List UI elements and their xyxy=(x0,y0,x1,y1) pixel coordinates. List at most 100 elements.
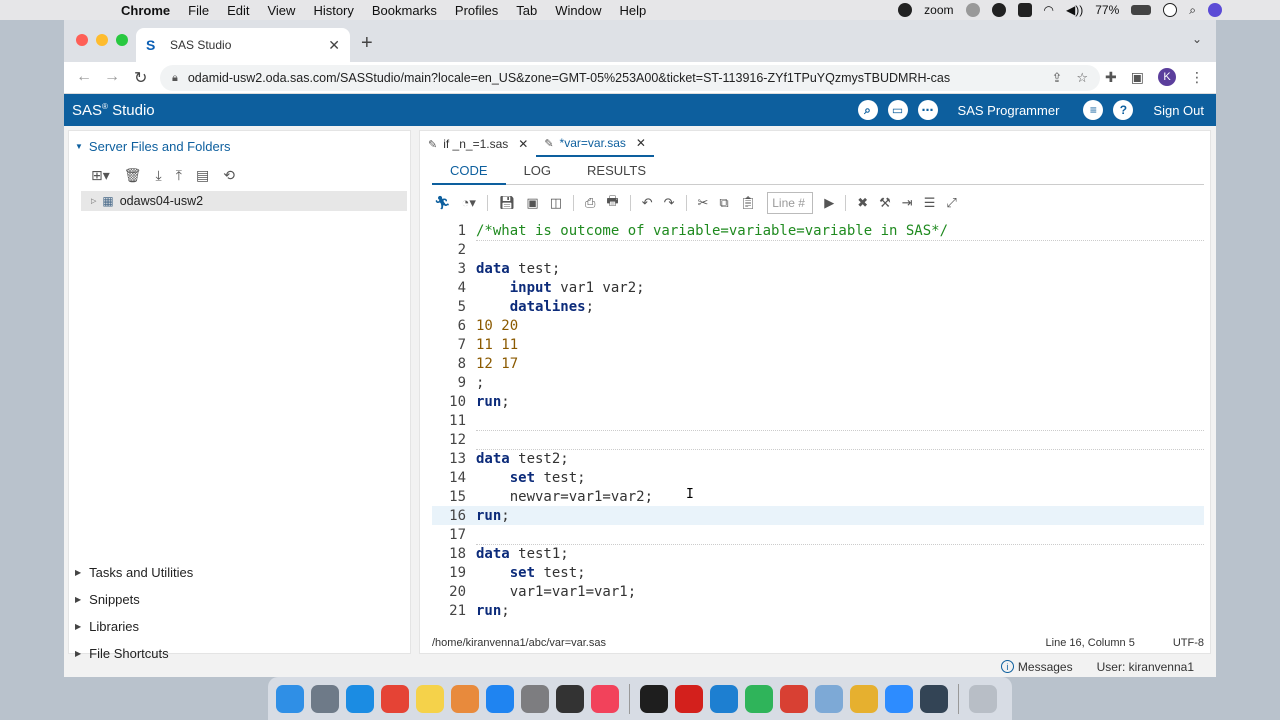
export-icon[interactable]: ⎙ xyxy=(585,195,595,211)
save-icon[interactable]: 💾︎ xyxy=(499,195,516,211)
browser-tab-sas-studio[interactable]: S SAS Studio ✕ xyxy=(136,28,350,62)
code-line[interactable]: 8 12 17 xyxy=(432,354,1204,373)
clear-icon[interactable]: ✖ xyxy=(857,195,868,211)
menu-file[interactable]: File xyxy=(179,3,218,18)
forward-arrow-icon[interactable]: → xyxy=(104,68,120,86)
app-store-icon[interactable] xyxy=(486,684,514,713)
profile-avatar[interactable]: K xyxy=(1158,68,1176,86)
zoom-icon[interactable] xyxy=(885,684,913,713)
code-line[interactable]: 2 xyxy=(432,240,1204,259)
minimize-window-icon[interactable] xyxy=(96,34,108,46)
program-tab-if-n-1[interactable]: ✎ if _n_=1.sas ✕ xyxy=(420,131,536,157)
clock-icon[interactable] xyxy=(1163,3,1178,17)
extensions-puzzle-icon[interactable]: ✚ xyxy=(1105,69,1117,86)
code-line[interactable]: 17 xyxy=(432,525,1204,544)
chrome-menu-icon[interactable]: ⋮ xyxy=(1190,69,1204,86)
volume-icon[interactable]: ◀)) xyxy=(1066,3,1083,17)
new-file-icon[interactable]: ⊞▾ xyxy=(91,167,110,184)
open-folder-icon[interactable]: ▭ xyxy=(887,100,908,120)
code-line[interactable]: 14 set test; xyxy=(432,468,1204,487)
close-tab-icon[interactable]: ✕ xyxy=(328,37,340,54)
tab-log[interactable]: LOG xyxy=(506,163,569,185)
refresh-icon[interactable]: ⟲ xyxy=(223,167,235,184)
tree-node-server[interactable]: ▷ ▦ odaws04-usw2 xyxy=(81,191,407,211)
program-tab-var-var[interactable]: ✎ *var=var.sas ✕ xyxy=(536,131,654,157)
history-icon[interactable]: ◔▾ xyxy=(462,195,476,211)
reload-icon[interactable]: ↻ xyxy=(134,68,147,88)
code-line[interactable]: 6 10 20 xyxy=(432,316,1204,335)
perspective-dropdown[interactable]: SAS Programmer xyxy=(958,103,1060,118)
launchpad-icon[interactable] xyxy=(311,684,339,713)
code-line[interactable]: 1 /*what is outcome of variable=variable=… xyxy=(432,221,1204,240)
messages-link[interactable]: i Messages xyxy=(1000,660,1073,674)
code-line[interactable]: 11 xyxy=(432,411,1204,430)
print-icon[interactable]: 🖶︎ xyxy=(606,192,618,214)
code-line[interactable]: 10 run; xyxy=(432,392,1204,411)
code-line[interactable]: 15 newvar=var1=var2; xyxy=(432,487,1204,506)
code-line[interactable]: 20 var1=var1=var1; xyxy=(432,582,1204,601)
format-code-icon[interactable]: ⚒ xyxy=(879,195,891,211)
piano-icon[interactable] xyxy=(556,684,584,713)
moon-icon[interactable] xyxy=(965,3,980,17)
paste-icon[interactable]: 📋︎ xyxy=(740,195,757,211)
safari-icon[interactable] xyxy=(346,684,374,713)
go-to-line-icon[interactable]: ▶ xyxy=(824,195,834,211)
siri-icon[interactable] xyxy=(1208,3,1222,17)
notes-icon[interactable] xyxy=(416,684,444,713)
code-line[interactable]: 7 11 11 xyxy=(432,335,1204,354)
finder-icon[interactable] xyxy=(276,684,304,713)
section-tasks-and-utilities[interactable]: ▶ Tasks and Utilities xyxy=(75,559,193,586)
insert-code-icon[interactable]: ⇥ xyxy=(902,195,913,211)
menu-profiles[interactable]: Profiles xyxy=(446,3,507,18)
code-line[interactable]: 5 datalines; xyxy=(432,297,1204,316)
more-menu-icon[interactable]: ≡ xyxy=(1083,100,1104,120)
properties-icon[interactable]: ▤ xyxy=(196,167,209,184)
download-file-icon[interactable]: ◫ xyxy=(550,195,562,211)
download-icon[interactable]: ⤓ xyxy=(156,167,162,184)
creative-cloud-icon[interactable] xyxy=(991,3,1006,17)
close-tab-icon[interactable]: ✕ xyxy=(518,137,528,151)
menu-help[interactable]: Help xyxy=(611,3,656,18)
options-icon[interactable]: ☰ xyxy=(924,195,936,211)
system-preferences-icon[interactable] xyxy=(521,684,549,713)
quicktime-icon[interactable] xyxy=(920,684,948,713)
code-line[interactable]: 21 run; xyxy=(432,601,1204,620)
code-line[interactable]: 13 data test2; xyxy=(432,449,1204,468)
slack-icon[interactable] xyxy=(850,684,878,713)
search-icon[interactable]: ⌕ xyxy=(857,100,878,120)
record-icon[interactable] xyxy=(898,3,913,17)
vscode-icon[interactable] xyxy=(710,684,738,713)
close-window-icon[interactable] xyxy=(76,34,88,46)
battery-label[interactable]: 77% xyxy=(1095,3,1119,17)
url-text[interactable]: odamid-usw2.oda.sas.com/SASStudio/main?l… xyxy=(188,71,950,85)
section-snippets[interactable]: ▶ Snippets xyxy=(75,586,193,613)
code-line[interactable]: 16 run; xyxy=(432,506,1204,525)
sign-out-link[interactable]: Sign Out xyxy=(1153,103,1204,118)
lock-icon[interactable]: 🔒︎ xyxy=(172,72,178,85)
help-icon[interactable]: ? xyxy=(1113,100,1134,120)
zoom-status-label[interactable]: zoom xyxy=(924,3,953,17)
section-libraries[interactable]: ▶ Libraries xyxy=(75,613,193,640)
code-line[interactable]: 4 input var1 var2; xyxy=(432,278,1204,297)
menu-tab[interactable]: Tab xyxy=(507,3,546,18)
undo-icon[interactable]: ↶ xyxy=(642,195,653,211)
new-tab-icon[interactable]: + xyxy=(361,32,373,55)
delete-icon[interactable]: 🗑︎ xyxy=(124,167,142,184)
remote-icon[interactable] xyxy=(780,684,808,713)
screen-mirroring-icon[interactable] xyxy=(1017,3,1032,17)
code-line[interactable]: 12 xyxy=(432,430,1204,449)
tab-code[interactable]: CODE xyxy=(432,163,506,185)
acrobat-icon[interactable] xyxy=(675,684,703,713)
menu-chrome[interactable]: Chrome xyxy=(112,3,179,18)
terminal-icon[interactable] xyxy=(640,684,668,713)
menu-window[interactable]: Window xyxy=(546,3,610,18)
collapsed-triangle-icon[interactable]: ▷ xyxy=(91,197,96,205)
upload-icon[interactable]: ⤒ xyxy=(176,167,182,184)
menu-edit[interactable]: Edit xyxy=(218,3,258,18)
code-line[interactable]: 3 data test; xyxy=(432,259,1204,278)
tab-results[interactable]: RESULTS xyxy=(569,163,664,185)
maximize-window-icon[interactable] xyxy=(116,34,128,46)
address-bar[interactable]: 🔒︎ odamid-usw2.oda.sas.com/SASStudio/mai… xyxy=(160,65,1100,91)
side-panel-icon[interactable]: ▣ xyxy=(1131,69,1144,86)
sync-icon[interactable] xyxy=(745,684,773,713)
